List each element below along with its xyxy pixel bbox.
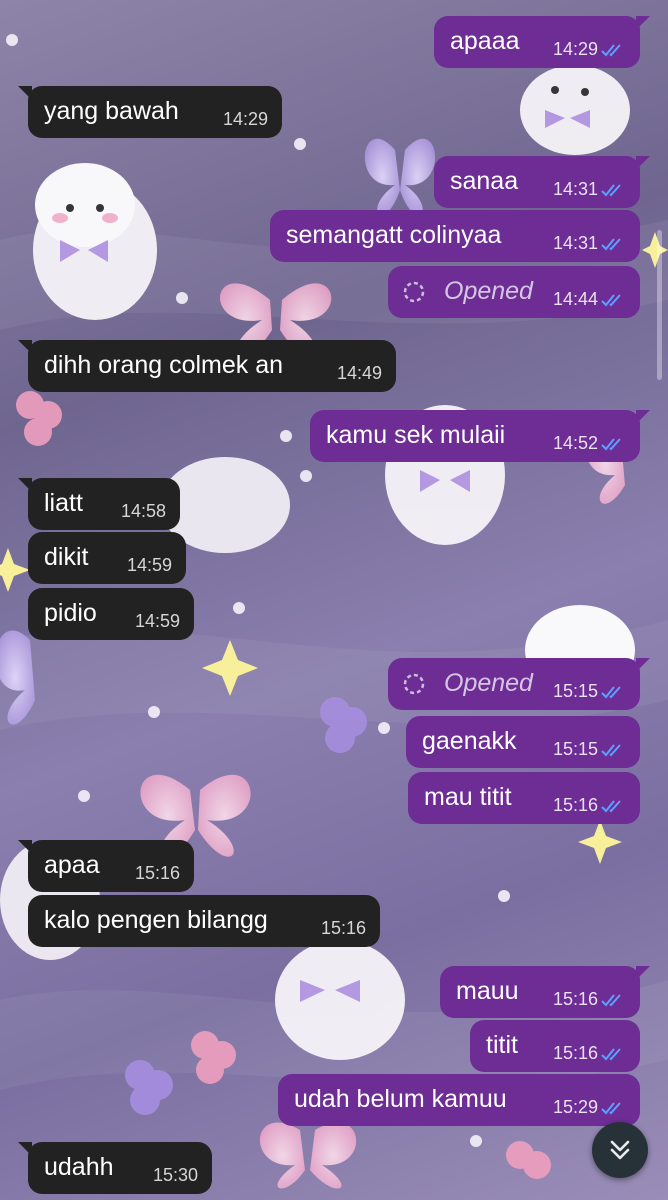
message-time: 14:59 xyxy=(126,555,172,575)
message-time: 14:29 xyxy=(552,39,598,59)
message-time: 15:30 xyxy=(152,1165,198,1185)
message-text: sanaa xyxy=(450,167,519,195)
message-time: 15:16 xyxy=(134,863,180,883)
message-bubble-incoming[interactable]: dihh orang colmek an 14:49 xyxy=(18,340,396,392)
double-check-icon xyxy=(601,744,621,757)
message-text: titit xyxy=(486,1031,518,1059)
message-text: gaenakk xyxy=(422,727,517,755)
double-check-icon xyxy=(601,438,621,451)
double-check-icon xyxy=(601,294,621,307)
opened-dashed-circle-icon xyxy=(403,281,425,303)
double-check-icon xyxy=(601,1102,621,1115)
message-time: 15:16 xyxy=(552,989,598,1009)
chevron-double-down-icon xyxy=(610,1140,630,1160)
message-bubble-outgoing[interactable]: apaaa 14:29 xyxy=(434,16,650,68)
message-text: yang bawah xyxy=(44,97,179,125)
message-text: kalo pengen bilangg xyxy=(44,906,268,934)
message-text: udah belum kamuu xyxy=(294,1085,507,1113)
message-bubble-incoming[interactable]: udahh 15:30 xyxy=(18,1142,212,1194)
opened-dashed-circle-icon xyxy=(403,673,425,695)
double-check-icon xyxy=(601,238,621,251)
message-bubble-outgoing[interactable]: udah belum kamuu 15:29 xyxy=(278,1074,640,1126)
scrollbar[interactable] xyxy=(657,230,662,380)
chat-background: apaaa 14:29 yang bawah 14:29 sanaa 14:31… xyxy=(0,0,668,1200)
double-check-icon xyxy=(601,686,621,699)
message-time: 14:59 xyxy=(134,611,180,631)
message-time: 15:15 xyxy=(552,681,598,701)
message-time: 14:52 xyxy=(552,433,598,453)
message-text: dihh orang colmek an xyxy=(44,351,284,379)
message-text: apaaa xyxy=(450,27,520,55)
message-text: liatt xyxy=(44,489,83,517)
opened-label: Opened xyxy=(444,277,533,305)
message-bubble-outgoing[interactable]: kamu sek mulaii 14:52 xyxy=(310,410,650,462)
message-time: 14:49 xyxy=(336,363,382,383)
message-bubble-incoming[interactable]: liatt 14:58 xyxy=(18,478,180,530)
message-time: 14:58 xyxy=(120,501,166,521)
message-time: 14:44 xyxy=(552,289,598,309)
message-text: mau titit xyxy=(424,783,512,811)
double-check-icon xyxy=(601,44,621,57)
message-text: dikit xyxy=(44,543,89,571)
message-text: semangatt colinyaa xyxy=(286,221,502,249)
message-bubble-outgoing[interactable]: gaenakk 15:15 xyxy=(406,716,640,768)
message-bubble-outgoing[interactable]: titit 15:16 xyxy=(470,1020,640,1072)
message-bubble-incoming[interactable]: dikit 14:59 xyxy=(28,532,186,584)
message-bubble-incoming[interactable]: pidio 14:59 xyxy=(28,588,194,640)
double-check-icon xyxy=(601,994,621,1007)
message-bubble-opened[interactable]: Opened 15:15 xyxy=(388,658,650,710)
message-time: 14:29 xyxy=(222,109,268,129)
message-time: 15:15 xyxy=(552,739,598,759)
message-bubble-outgoing[interactable]: semangatt colinyaa 14:31 xyxy=(270,210,640,262)
message-bubble-opened[interactable]: Opened 14:44 xyxy=(388,266,640,318)
double-check-icon xyxy=(601,184,621,197)
message-text: apaa xyxy=(44,851,100,879)
opened-label: Opened xyxy=(444,669,533,697)
message-bubble-outgoing[interactable]: mauu 15:16 xyxy=(440,966,650,1018)
double-check-icon xyxy=(601,800,621,813)
scroll-to-bottom-button[interactable] xyxy=(592,1122,648,1178)
double-check-icon xyxy=(601,1048,621,1061)
message-time: 15:29 xyxy=(552,1097,598,1117)
message-time: 14:31 xyxy=(552,179,598,199)
message-bubble-outgoing[interactable]: sanaa 14:31 xyxy=(434,156,650,208)
message-bubble-incoming[interactable]: yang bawah 14:29 xyxy=(18,86,282,138)
message-bubble-outgoing[interactable]: mau titit 15:16 xyxy=(408,772,640,824)
message-bubble-incoming[interactable]: apaa 15:16 xyxy=(18,840,194,892)
message-time: 14:31 xyxy=(552,233,598,253)
message-time: 15:16 xyxy=(552,795,598,815)
message-text: pidio xyxy=(44,599,97,627)
message-text: mauu xyxy=(456,977,519,1005)
message-bubble-incoming[interactable]: kalo pengen bilangg 15:16 xyxy=(28,895,380,947)
message-text: udahh xyxy=(44,1153,114,1181)
message-text: kamu sek mulaii xyxy=(326,421,506,449)
message-time: 15:16 xyxy=(552,1043,598,1063)
message-time: 15:16 xyxy=(320,918,366,938)
